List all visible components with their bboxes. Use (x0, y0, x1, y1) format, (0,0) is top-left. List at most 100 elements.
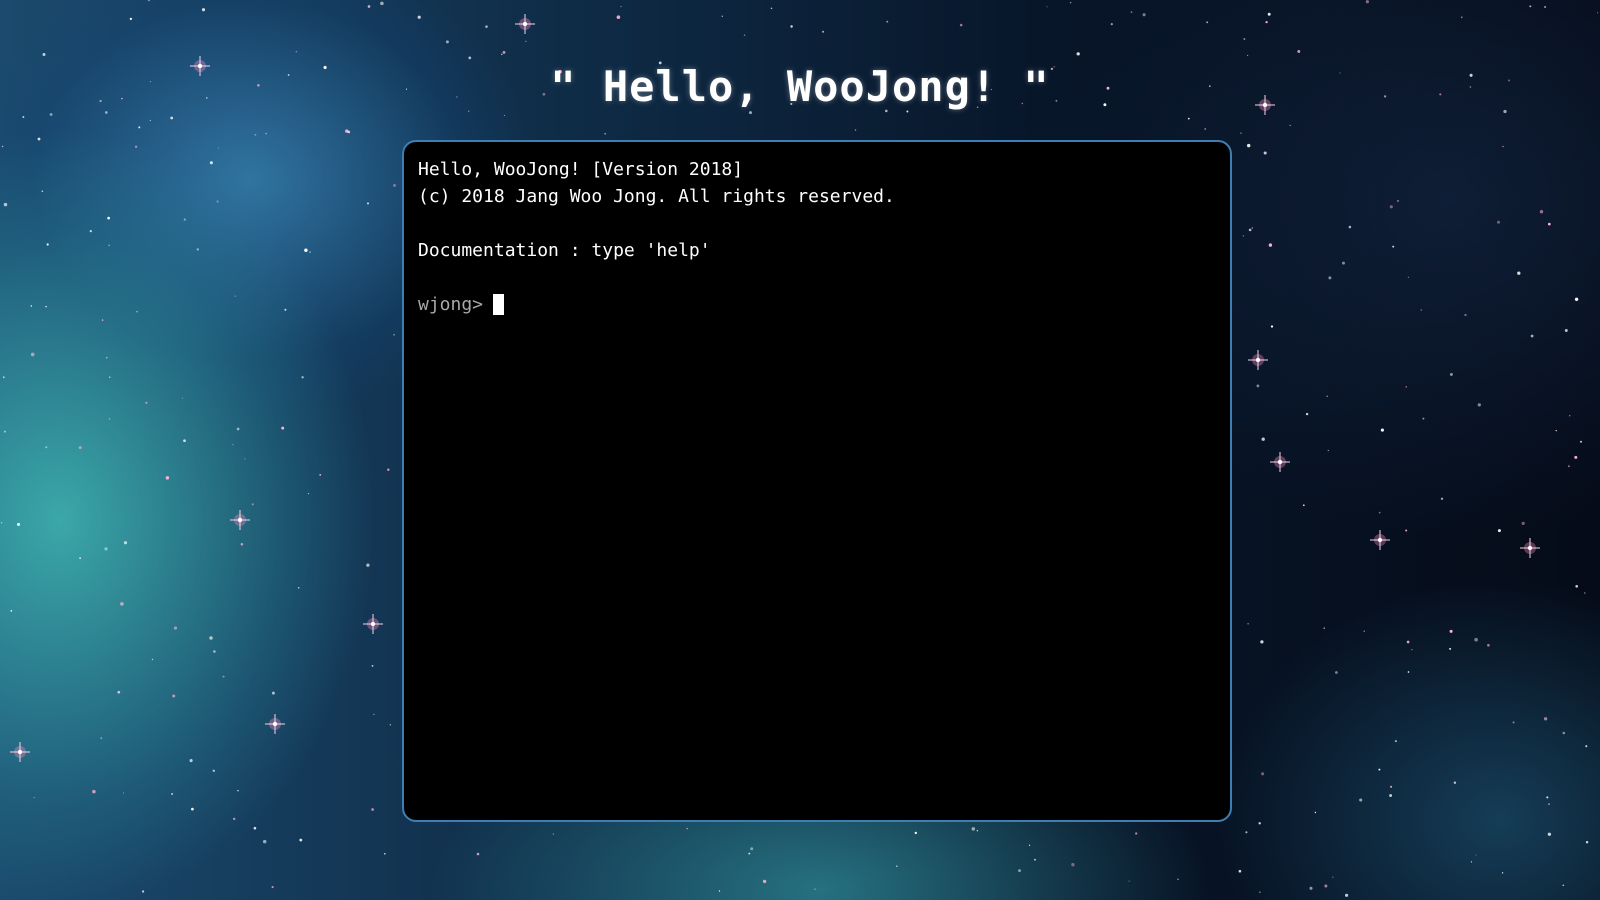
star (1477, 403, 1481, 407)
star (1544, 5, 1547, 9)
star (295, 50, 298, 53)
star (620, 5, 622, 8)
star (1407, 671, 1410, 673)
star (1569, 415, 1571, 417)
star (371, 808, 374, 811)
star (30, 352, 35, 357)
star (1261, 772, 1265, 776)
star (748, 852, 751, 855)
command-line[interactable]: wjong> (418, 291, 1216, 318)
star (822, 30, 825, 33)
star (1314, 811, 1317, 814)
star (1502, 145, 1504, 148)
star (1305, 412, 1309, 416)
star (319, 473, 322, 476)
star (1130, 11, 1133, 13)
star (1474, 637, 1478, 642)
star (1359, 798, 1363, 802)
star (253, 826, 257, 830)
star (1547, 222, 1551, 226)
star (183, 439, 186, 443)
star (502, 51, 506, 54)
star (1128, 880, 1130, 882)
star (721, 15, 724, 17)
star (1562, 884, 1565, 887)
star (1584, 592, 1586, 594)
star (1449, 629, 1453, 633)
star (814, 888, 816, 890)
star (445, 40, 449, 44)
star (1567, 465, 1570, 468)
star (222, 675, 225, 678)
star (1380, 428, 1384, 432)
star (233, 817, 236, 821)
star (1263, 151, 1267, 155)
star (105, 356, 108, 359)
star (380, 1, 384, 6)
star (1327, 449, 1329, 452)
star (145, 401, 148, 404)
star (237, 790, 239, 792)
star (1245, 831, 1248, 834)
star (2, 376, 5, 379)
star (1517, 271, 1521, 275)
star (281, 426, 285, 430)
star (49, 113, 53, 116)
star (1297, 50, 1301, 53)
star (189, 759, 193, 763)
star (347, 130, 351, 134)
star (1449, 372, 1453, 376)
star (101, 319, 104, 321)
star (33, 797, 35, 799)
star (1405, 386, 1407, 388)
star (301, 376, 304, 379)
star (1487, 643, 1490, 647)
star (1289, 124, 1291, 127)
star (366, 563, 370, 567)
star (120, 602, 124, 606)
star (1585, 841, 1589, 844)
star (1332, 876, 1334, 878)
star (718, 890, 721, 892)
star (1574, 297, 1579, 302)
star (1345, 893, 1349, 897)
star (1564, 329, 1568, 332)
star (149, 119, 151, 121)
star (914, 831, 918, 835)
star (1265, 20, 1268, 24)
star (1328, 276, 1332, 280)
star (284, 308, 287, 311)
text-cursor (493, 294, 505, 315)
star (1187, 117, 1190, 120)
star (79, 557, 81, 559)
star (1555, 429, 1557, 432)
star (1110, 22, 1113, 26)
star (42, 53, 46, 56)
star (750, 847, 754, 851)
star (1470, 861, 1473, 863)
star (468, 56, 472, 60)
star (616, 15, 621, 19)
star (304, 248, 308, 252)
star (107, 216, 110, 220)
star (165, 476, 170, 480)
star (1475, 854, 1477, 856)
star (104, 547, 108, 551)
star (173, 626, 178, 630)
star (1071, 863, 1075, 867)
star (172, 694, 176, 698)
terminal-window[interactable]: Hello, WooJong! [Version 2018] (c) 2018 … (402, 140, 1232, 822)
bright-star (1248, 350, 1268, 370)
star (1365, 0, 1369, 4)
star (1238, 869, 1242, 873)
star (976, 829, 979, 832)
star (1326, 395, 1328, 397)
star (240, 543, 244, 546)
star (389, 724, 391, 726)
star (138, 126, 141, 129)
star (218, 147, 220, 149)
star (1547, 832, 1552, 836)
star (142, 890, 145, 893)
star (1407, 276, 1409, 278)
bright-star (1370, 530, 1390, 550)
